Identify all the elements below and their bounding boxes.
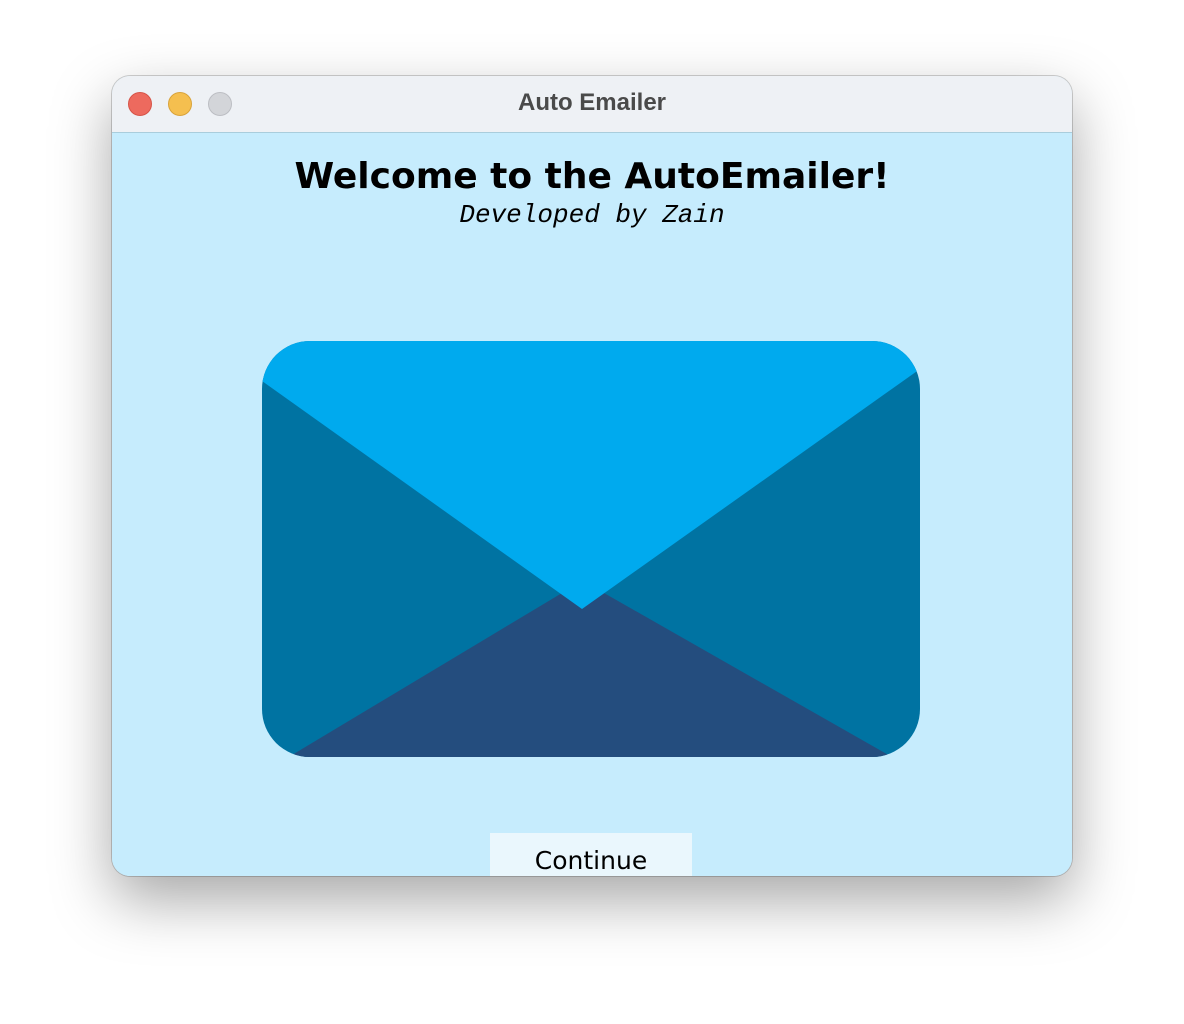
developer-credit: Developed by Zain xyxy=(459,200,725,230)
desktop: Auto Emailer Welcome to the AutoEmailer!… xyxy=(0,0,1184,1024)
envelope-icon xyxy=(262,341,920,757)
title-bar[interactable]: Auto Emailer xyxy=(112,76,1072,133)
window-title: Auto Emailer xyxy=(517,89,667,116)
main-content: Welcome to the AutoEmailer! Developed by… xyxy=(112,133,1072,876)
welcome-heading: Welcome to the AutoEmailer! xyxy=(294,156,890,197)
continue-button[interactable]: Continue xyxy=(490,833,692,876)
app-window: Auto Emailer Welcome to the AutoEmailer!… xyxy=(112,76,1072,876)
